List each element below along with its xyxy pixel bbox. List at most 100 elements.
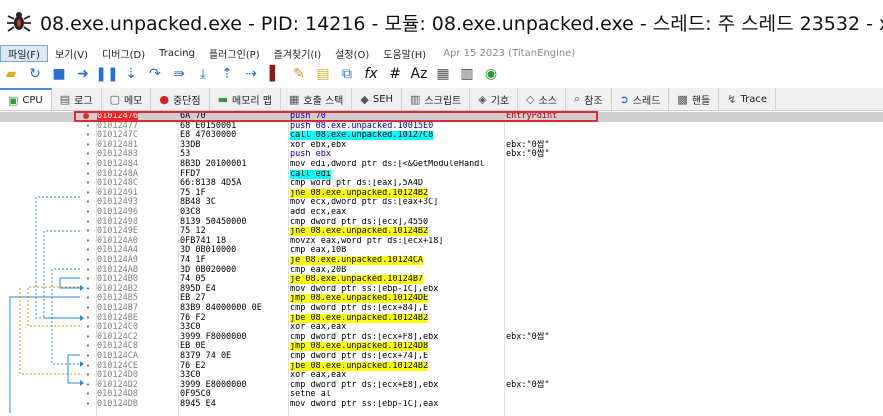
handles-icon: ▩ xyxy=(677,92,688,106)
stop-icon[interactable]: ■ xyxy=(48,64,70,84)
tab-notes[interactable]: ▢ 메모 xyxy=(102,88,152,110)
strings-icon[interactable]: ▦ xyxy=(432,64,454,84)
tab-references[interactable]: ⌕ 참조 xyxy=(566,88,612,110)
menu-item[interactable]: Tracing xyxy=(152,48,202,59)
instruction-text: jmp 08.exe.unpacked.10124D8 xyxy=(290,342,429,352)
row-instruction: jne 08.exe.unpacked.10124B2 xyxy=(290,188,504,199)
disassembly-row[interactable]: • 010124DB 8945 E4 mov dword ptr ss:[ebp-1C… xyxy=(0,399,883,410)
row-instruction: mov ecx,dword ptr ds:[eax+3C] xyxy=(290,198,504,208)
row-instruction: xor eax,eax xyxy=(290,371,504,381)
menu-item[interactable]: 설정(O) xyxy=(328,46,376,61)
row-instruction: mov edi,dword ptr ds:[<&GetModuleHandl xyxy=(290,160,504,170)
instruction-text: cmp eax,10B xyxy=(290,246,347,256)
patch-icon[interactable]: ▌ xyxy=(264,64,286,84)
row-instruction: cmp dword ptr ds:[ecx+84],E xyxy=(290,304,504,314)
row-comment: ebx:"0쌉" xyxy=(506,149,550,160)
hash-icon[interactable]: # xyxy=(384,64,406,84)
row-instruction: movzx eax,word ptr ds:[ecx+18] xyxy=(290,237,504,247)
instruction-text: xor eax,eax xyxy=(290,323,347,333)
row-marker: • xyxy=(85,121,91,130)
row-instruction: push 08.exe.unpacked.10015E0 xyxy=(290,122,504,132)
tab-seh[interactable]: ◆ SEH xyxy=(352,88,403,110)
comment-icon[interactable]: ✎ xyxy=(288,64,310,84)
tab-symbols[interactable]: ◈ 기호 xyxy=(470,88,519,110)
tab-call-stack[interactable]: ▦ 호출 스택 xyxy=(281,88,353,110)
tab-cpu[interactable]: ▣ CPU xyxy=(0,88,52,110)
row-instruction: call 08.exe.unpacked.10127C8 xyxy=(290,131,504,141)
row-instruction: jbe 08.exe.unpacked.10124B2 xyxy=(290,361,504,372)
tab-label: 참조 xyxy=(584,95,603,107)
row-marker: • xyxy=(85,131,91,140)
instruction-text: movzx eax,word ptr ds:[ecx+18] xyxy=(290,236,444,246)
restart-icon[interactable]: ↻ xyxy=(24,64,46,84)
threads-icon: ➲ xyxy=(619,92,629,106)
notes-icon: ▢ xyxy=(109,92,120,106)
instruction-text: cmp eax,20B xyxy=(290,265,347,275)
menu-item[interactable]: 도움말(H) xyxy=(376,46,433,61)
instruction-text: jmp 08.exe.unpacked.10124DE xyxy=(290,294,429,304)
instruction-text: cmp dword ptr ds:[ecx+84],E xyxy=(290,304,429,313)
pause-icon[interactable]: ❚❚ xyxy=(95,64,118,84)
open-folder-icon[interactable]: ▰ xyxy=(0,64,22,84)
row-address: 010124DB xyxy=(97,399,138,409)
instruction-text: mov edi,dword ptr ds:[<&GetModuleHandl xyxy=(290,160,485,169)
tab-threads[interactable]: ➲ 스레드 xyxy=(612,88,670,110)
tab-log[interactable]: ▤ 로그 xyxy=(52,88,102,110)
log-icon: ▤ xyxy=(59,92,71,106)
tab-breakpoint[interactable]: ● 중단점 xyxy=(151,88,210,110)
row-instruction: mov dword ptr ss:[ebp-1C],eax xyxy=(290,400,504,410)
disassembly-view[interactable]: 01012476 6A 70 push 70 EntryPoint • 01012477 6… xyxy=(0,111,883,416)
x64dbg-bug-icon xyxy=(6,12,31,32)
row-marker: • xyxy=(85,294,91,303)
instruction-text: cmp word ptr ds:[eax],5A4D xyxy=(290,179,424,189)
tab-script[interactable]: ▥ 스크립트 xyxy=(402,88,471,110)
function-icon[interactable]: fx xyxy=(360,64,382,84)
build-date: Apr 15 2023 (TitanEngine) xyxy=(443,47,576,59)
tab-source[interactable]: ◇ 소스 xyxy=(518,88,566,110)
row-marker: • xyxy=(85,256,91,264)
menu-item[interactable]: 디버그(D) xyxy=(95,46,152,61)
toolbar: ▰ ↻ ■ ➜ ❚❚ ⇣ ↷ ⇛ ⤓ ⇡ ⇢ ▌ ✎ ▤ ⧉ fx # Az ▦ ▥ ◉ xyxy=(0,62,883,86)
instruction-text: push ebx xyxy=(290,150,331,160)
row-marker: • xyxy=(85,275,91,284)
instruction-text: call 08.exe.unpacked.10127C8 xyxy=(290,131,434,141)
instruction-text: mov ecx,dword ptr ds:[eax+3C] xyxy=(290,198,439,208)
row-marker: • xyxy=(85,198,91,207)
trace-icon: ↯ xyxy=(727,92,737,106)
row-marker: • xyxy=(85,179,91,188)
row-instruction: cmp dword ptr ds:[ecx+F8],ebx xyxy=(290,333,504,343)
label-icon[interactable]: ▤ xyxy=(312,64,334,84)
calculator-icon[interactable]: ▥ xyxy=(456,64,478,84)
tab-label: 스크립트 xyxy=(424,95,462,107)
run-icon[interactable]: ➜ xyxy=(72,64,94,84)
instruction-text: jbe 08.exe.unpacked.10124B2 xyxy=(290,313,429,323)
tab-trace[interactable]: ↯ Trace xyxy=(719,88,776,110)
instruction-text: mov dword ptr ss:[ebp-1C],eax xyxy=(290,400,439,409)
row-comment: ebx:"0쌉" xyxy=(506,331,550,342)
row-instruction: cmp dword ptr ds:[ecx+74],E xyxy=(290,352,504,362)
tab-label: 메모 xyxy=(123,95,143,107)
menu-item[interactable]: 파일(F) xyxy=(0,44,48,62)
menu-item[interactable]: 플러그인(P) xyxy=(202,46,267,61)
bookmark-icon[interactable]: ⧉ xyxy=(336,64,358,84)
step-over-icon[interactable]: ↷ xyxy=(144,64,166,84)
row-instruction: cmp dword ptr ds:[ecx+E8],ebx xyxy=(290,381,504,391)
row-marker: • xyxy=(85,323,91,332)
row-marker: • xyxy=(85,313,91,322)
execute-till-return-icon[interactable]: ⇡ xyxy=(216,64,238,84)
globe-icon[interactable]: ◉ xyxy=(480,64,502,84)
trace-over-icon[interactable]: ⤓ xyxy=(192,64,214,84)
menu-item[interactable]: 보기(V) xyxy=(48,46,95,61)
instruction-text: cmp dword ptr ds:[ecx],4550 xyxy=(290,217,429,227)
tab-handles[interactable]: ▩ 핸들 xyxy=(669,88,720,110)
row-instruction: push ebx xyxy=(290,150,504,160)
run-to-user-code-icon[interactable]: ⇢ xyxy=(240,64,262,84)
menu-item[interactable]: 즐겨찾기(I) xyxy=(267,46,329,61)
trace-into-icon[interactable]: ⇛ xyxy=(168,64,190,84)
instruction-text: cmp dword ptr ds:[ecx+F8],ebx xyxy=(290,332,439,342)
row-instruction: add ecx,eax xyxy=(290,208,504,218)
tab-memory-map[interactable]: ▬ 메모리 맵 xyxy=(210,88,281,110)
font-icon[interactable]: Az xyxy=(408,64,430,84)
step-into-icon[interactable]: ⇣ xyxy=(120,64,142,84)
row-marker: • xyxy=(85,390,91,399)
